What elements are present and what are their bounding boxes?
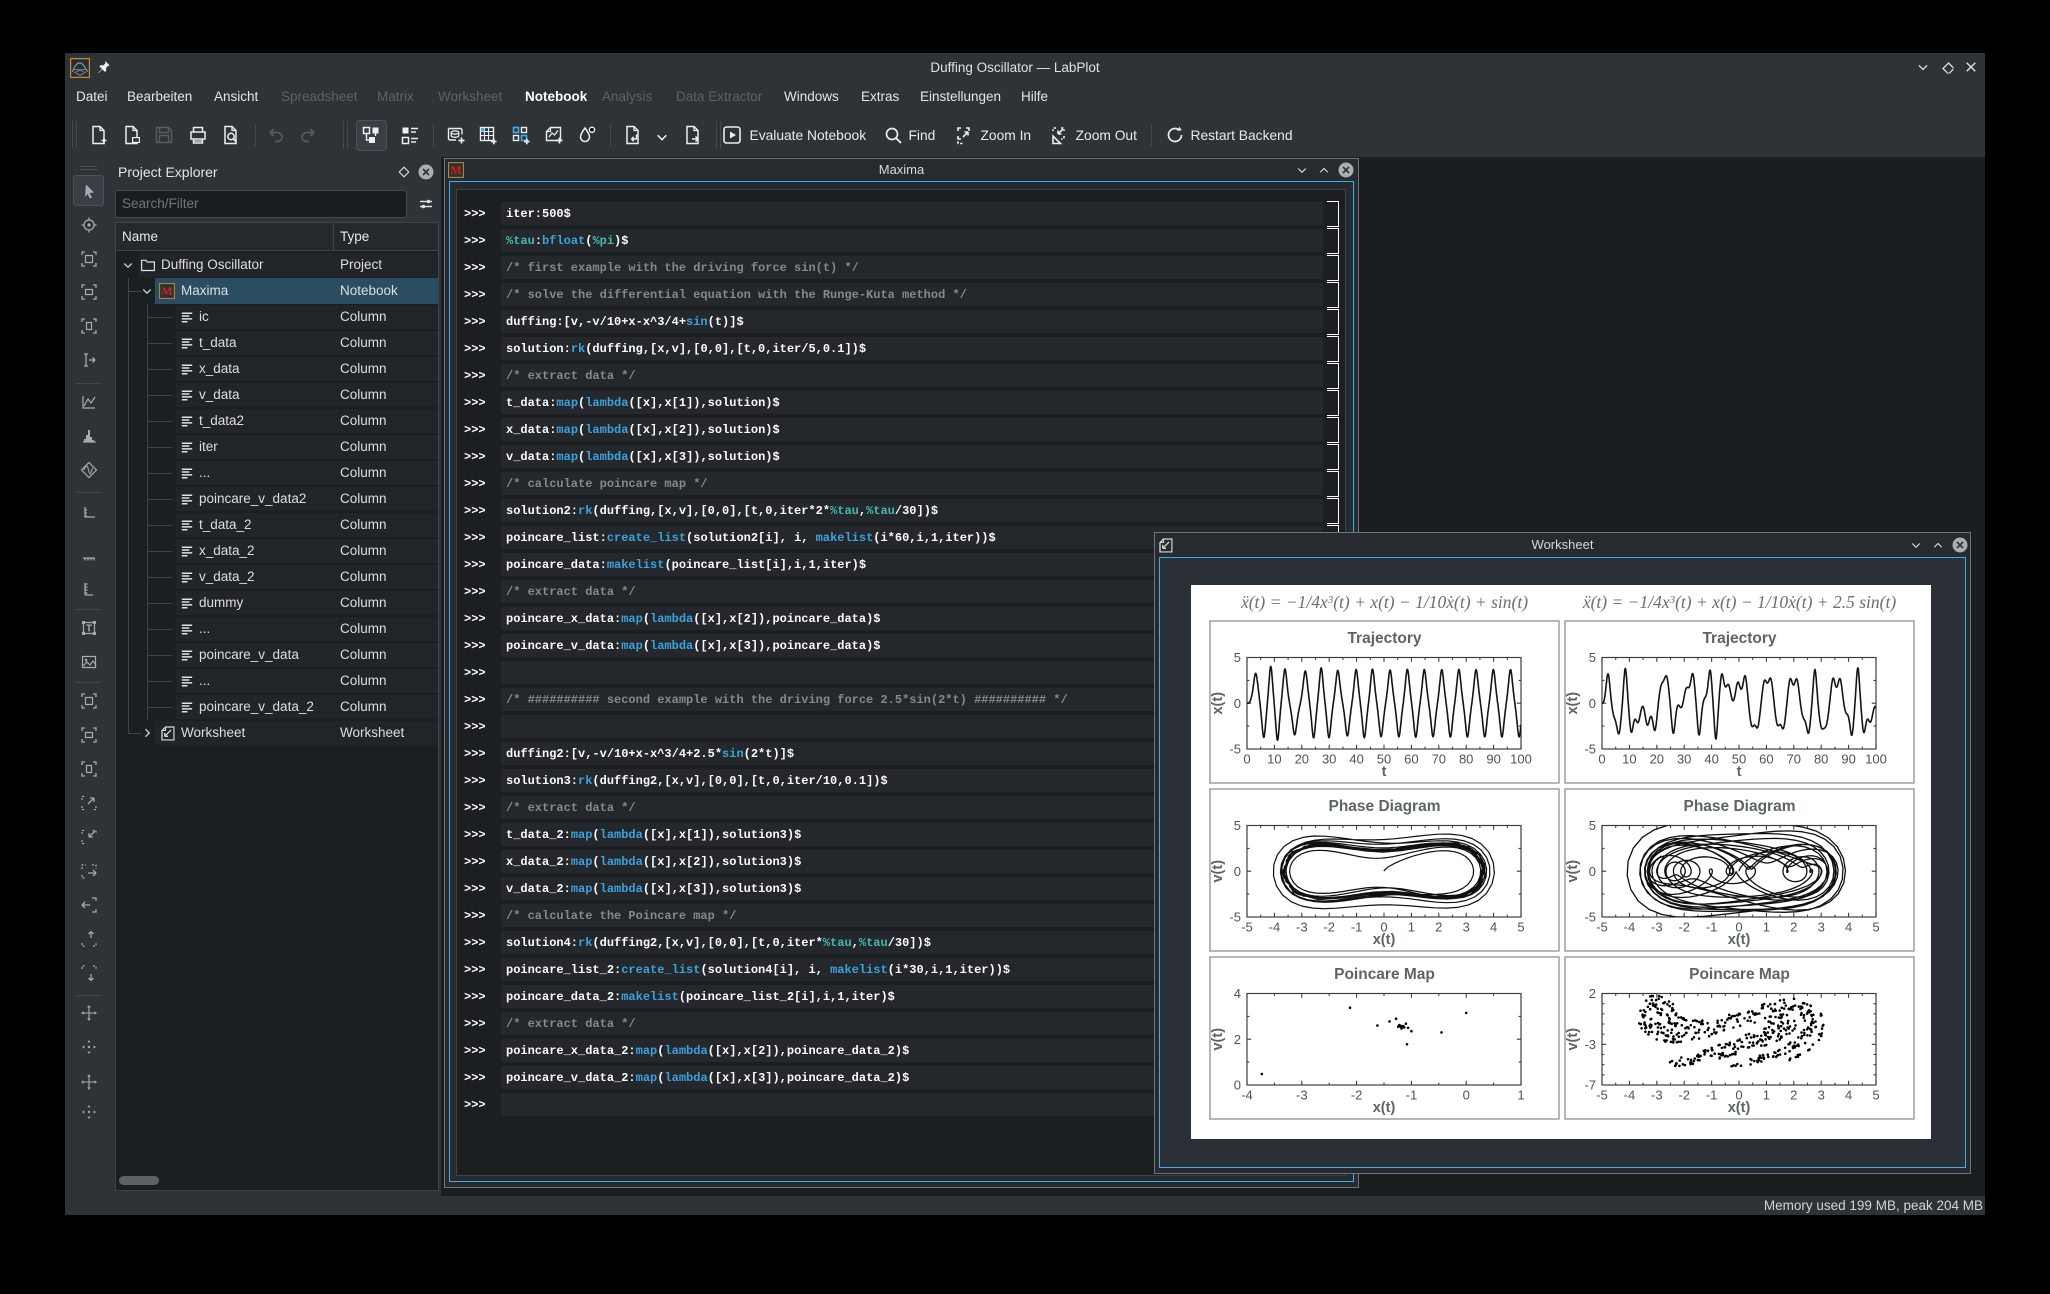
- svg-text:-3: -3: [1651, 920, 1663, 935]
- svg-text:-3: -3: [1584, 1037, 1596, 1052]
- svg-text:40: 40: [1349, 752, 1363, 767]
- svg-text:3: 3: [1818, 920, 1825, 935]
- svg-text:4: 4: [1234, 986, 1241, 1001]
- svg-text:0: 0: [1598, 752, 1605, 767]
- svg-text:-5: -5: [1596, 1088, 1608, 1103]
- svg-text:-5: -5: [1241, 920, 1253, 935]
- svg-text:60: 60: [1404, 752, 1418, 767]
- svg-text:5: 5: [1234, 818, 1241, 833]
- svg-text:-2: -2: [1678, 1088, 1690, 1103]
- svg-text:x(t): x(t): [1210, 692, 1226, 715]
- svg-text:4: 4: [1490, 920, 1497, 935]
- svg-text:80: 80: [1459, 752, 1473, 767]
- svg-text:2: 2: [1790, 1088, 1797, 1103]
- svg-text:Phase Diagram: Phase Diagram: [1684, 798, 1796, 815]
- svg-text:T: T: [85, 624, 91, 635]
- svg-text:v(t): v(t): [1565, 1028, 1581, 1051]
- svg-text:x(t): x(t): [1373, 932, 1396, 948]
- svg-text:-5: -5: [1596, 920, 1608, 935]
- svg-text:5: 5: [1517, 920, 1524, 935]
- svg-text:70: 70: [1432, 752, 1446, 767]
- svg-text:1: 1: [1763, 920, 1770, 935]
- svg-text:4: 4: [1845, 920, 1852, 935]
- svg-text:30: 30: [1322, 752, 1336, 767]
- svg-text:0: 0: [1589, 696, 1596, 711]
- svg-text:20: 20: [1295, 752, 1309, 767]
- svg-text:-3: -3: [1296, 920, 1308, 935]
- svg-text:v(t): v(t): [1565, 860, 1581, 883]
- svg-text:-3: -3: [1651, 1088, 1663, 1103]
- svg-text:1: 1: [1517, 1088, 1524, 1103]
- svg-text:0: 0: [1234, 1078, 1241, 1093]
- svg-text:t: t: [1737, 764, 1742, 780]
- svg-text:-1: -1: [1706, 920, 1718, 935]
- svg-text:Trajectory: Trajectory: [1347, 630, 1421, 647]
- svg-text:-4: -4: [1624, 1088, 1636, 1103]
- svg-text:-5: -5: [1584, 742, 1596, 757]
- svg-text:4: 4: [1845, 1088, 1852, 1103]
- svg-text:-4: -4: [1269, 920, 1281, 935]
- svg-text:40: 40: [1704, 752, 1718, 767]
- svg-text:2: 2: [1234, 1032, 1241, 1047]
- svg-text:Trajectory: Trajectory: [1702, 630, 1776, 647]
- svg-text:3: 3: [1463, 920, 1470, 935]
- svg-text:5: 5: [1234, 650, 1241, 665]
- svg-text:0: 0: [1234, 864, 1241, 879]
- svg-text:-2: -2: [1351, 1088, 1363, 1103]
- svg-text:M: M: [161, 284, 172, 298]
- svg-text:Poincare Map: Poincare Map: [1689, 966, 1790, 983]
- svg-text:60: 60: [1759, 752, 1773, 767]
- svg-text:-1: -1: [1406, 1088, 1418, 1103]
- svg-text:x(t): x(t): [1565, 692, 1581, 715]
- svg-text:t: t: [1382, 764, 1387, 780]
- svg-text:-5: -5: [1229, 910, 1241, 925]
- svg-text:5: 5: [1872, 1088, 1879, 1103]
- svg-text:-4: -4: [1624, 920, 1636, 935]
- svg-text:2: 2: [1435, 920, 1442, 935]
- svg-text:5: 5: [1589, 818, 1596, 833]
- svg-text:Poincare Map: Poincare Map: [1334, 966, 1435, 983]
- svg-text:0: 0: [1234, 696, 1241, 711]
- svg-text:x(t): x(t): [1728, 1100, 1751, 1116]
- svg-text:5: 5: [1872, 920, 1879, 935]
- svg-text:0: 0: [1463, 1088, 1470, 1103]
- svg-text:-5: -5: [1229, 742, 1241, 757]
- svg-text:-7: -7: [1584, 1078, 1596, 1093]
- svg-text:3: 3: [1818, 1088, 1825, 1103]
- svg-text:2: 2: [1589, 986, 1596, 1001]
- svg-text:10: 10: [1267, 752, 1281, 767]
- svg-text:Phase Diagram: Phase Diagram: [1329, 798, 1441, 815]
- svg-text:100: 100: [1510, 752, 1532, 767]
- svg-text:70: 70: [1787, 752, 1801, 767]
- svg-text:90: 90: [1486, 752, 1500, 767]
- svg-text:0: 0: [1589, 864, 1596, 879]
- svg-text:90: 90: [1841, 752, 1855, 767]
- svg-text:20: 20: [1650, 752, 1664, 767]
- svg-text:-2: -2: [1323, 920, 1335, 935]
- svg-text:1: 1: [1763, 1088, 1770, 1103]
- svg-text:v(t): v(t): [1210, 860, 1226, 883]
- svg-text:10: 10: [1622, 752, 1636, 767]
- svg-text:100: 100: [1865, 752, 1887, 767]
- svg-text:-3: -3: [1296, 1088, 1308, 1103]
- svg-text:1: 1: [1408, 920, 1415, 935]
- svg-text:5: 5: [1589, 650, 1596, 665]
- svg-text:-5: -5: [1584, 910, 1596, 925]
- svg-text:-2: -2: [1678, 920, 1690, 935]
- svg-text:ẍ(t) = −1/4x3(t) + x(t) − 1/1: ẍ(t) = −1/4x3(t) + x(t) − 1/10ẋ(t) + 2…: [1582, 592, 1897, 612]
- svg-text:v(t): v(t): [1210, 1028, 1226, 1051]
- svg-text:2: 2: [1790, 920, 1797, 935]
- svg-text:-1: -1: [1706, 1088, 1718, 1103]
- svg-text:x(t): x(t): [1373, 1100, 1396, 1116]
- svg-text:ẍ(t) = −1/4x3(t) + x(t) − 1/1: ẍ(t) = −1/4x3(t) + x(t) − 1/10ẋ(t) + s…: [1240, 592, 1528, 612]
- svg-text:x(t): x(t): [1728, 932, 1751, 948]
- svg-text:0: 0: [1243, 752, 1250, 767]
- svg-text:30: 30: [1677, 752, 1691, 767]
- svg-text:-1: -1: [1351, 920, 1363, 935]
- svg-text:-4: -4: [1241, 1088, 1253, 1103]
- svg-text:80: 80: [1814, 752, 1828, 767]
